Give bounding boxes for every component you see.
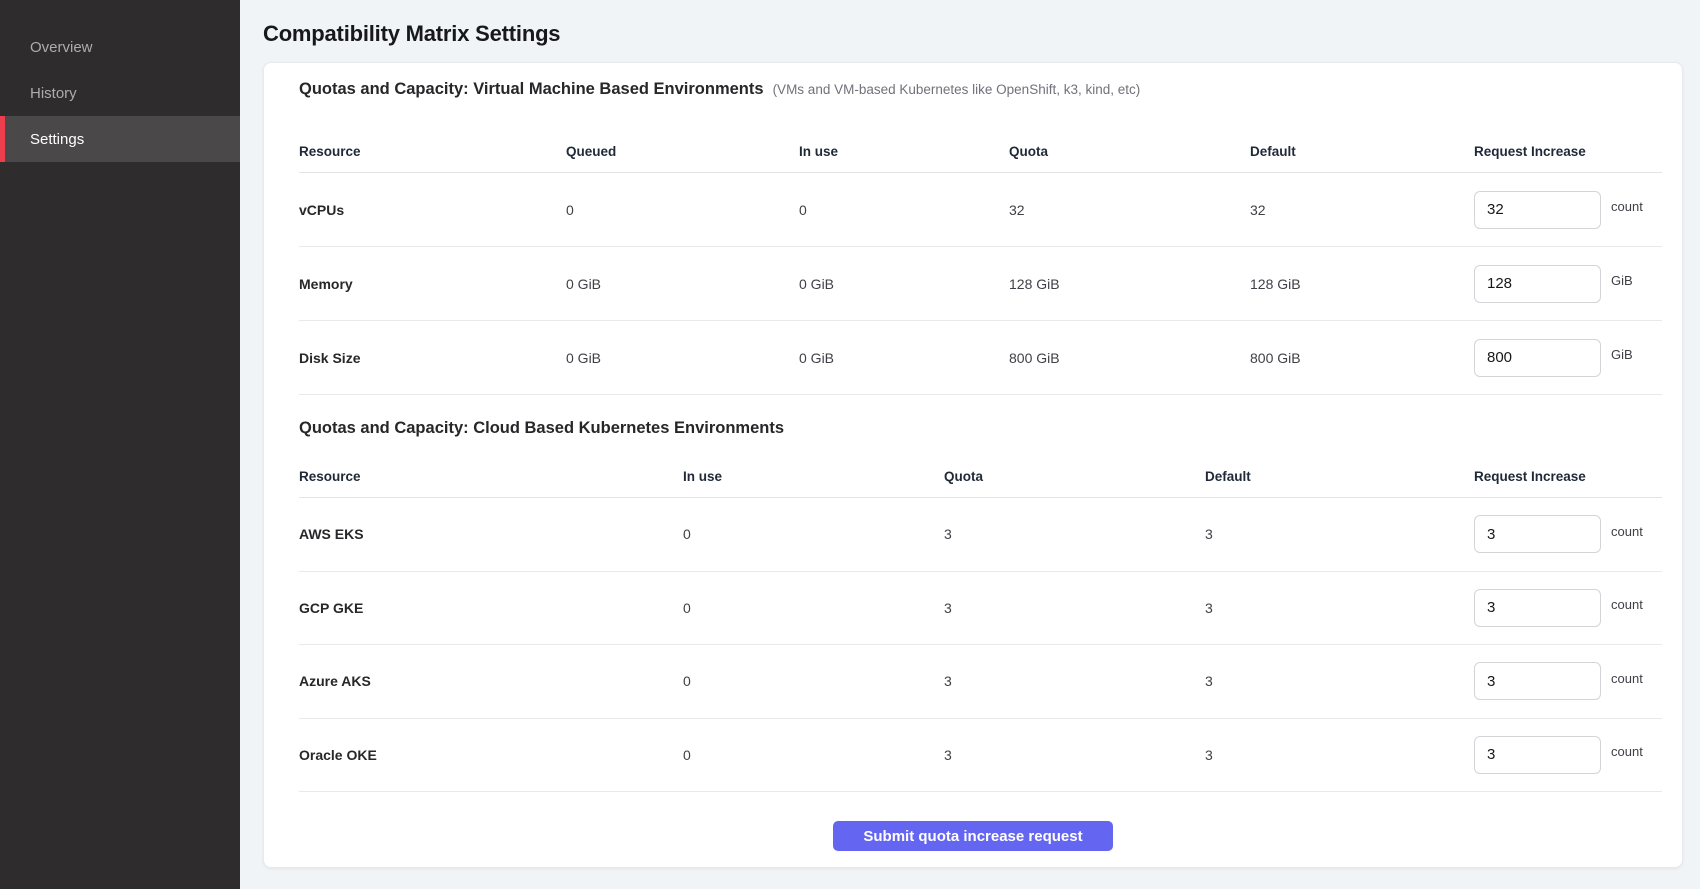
unit-label: count: [1611, 597, 1643, 612]
request-increase-input[interactable]: [1474, 662, 1601, 700]
vm-section-title: Quotas and Capacity: Virtual Machine Bas…: [299, 80, 764, 99]
cell-queued: 0: [566, 202, 799, 218]
cell-quota: 3: [944, 600, 1205, 616]
column-header-quota: Quota: [944, 469, 1205, 484]
cell-quota: 800 GiB: [1009, 350, 1250, 366]
unit-label: count: [1611, 744, 1643, 759]
vm-quota-table: ResourceQueuedIn useQuotaDefaultRequest …: [284, 106, 1662, 395]
table-row: Disk Size0 GiB0 GiB800 GiB800 GiBGiB: [299, 321, 1662, 395]
column-header-in-use: In use: [799, 144, 1009, 159]
cell-default: 3: [1205, 526, 1474, 542]
cell-in-use: 0: [799, 202, 1009, 218]
cell-quota: 3: [944, 747, 1205, 763]
vm-section-header: Quotas and Capacity: Virtual Machine Bas…: [284, 63, 1662, 106]
vm-section-subtitle: (VMs and VM-based Kubernetes like OpenSh…: [773, 82, 1141, 97]
sidebar: Overview History Settings: [0, 0, 240, 889]
cell-default: 800 GiB: [1250, 350, 1474, 366]
row-resource-label: vCPUs: [299, 202, 566, 218]
request-increase-cell: count: [1474, 736, 1664, 774]
request-increase-cell: GiB: [1474, 265, 1664, 303]
table-row: Memory0 GiB0 GiB128 GiB128 GiBGiB: [299, 247, 1662, 321]
request-increase-input[interactable]: [1474, 736, 1601, 774]
cell-quota: 128 GiB: [1009, 276, 1250, 292]
column-header-quota: Quota: [1009, 144, 1250, 159]
cell-quota: 32: [1009, 202, 1250, 218]
table-row: Azure AKS033count: [299, 645, 1662, 719]
unit-label: count: [1611, 671, 1643, 686]
cloud-quota-table: ResourceIn useQuotaDefaultRequest Increa…: [284, 445, 1662, 792]
app-root: Overview History Settings Compatibility …: [0, 0, 1700, 889]
cell-in-use: 0: [683, 526, 944, 542]
sidebar-item-label: Settings: [30, 131, 84, 148]
sidebar-item-history[interactable]: History: [0, 70, 240, 116]
request-increase-cell: count: [1474, 589, 1664, 627]
cloud-table-header-row: ResourceIn useQuotaDefaultRequest Increa…: [299, 445, 1662, 498]
cell-queued: 0 GiB: [566, 276, 799, 292]
cell-in-use: 0: [683, 600, 944, 616]
cell-in-use: 0: [683, 747, 944, 763]
table-row: vCPUs003232count: [299, 173, 1662, 247]
table-row: GCP GKE033count: [299, 572, 1662, 646]
column-header-default: Default: [1205, 469, 1474, 484]
row-resource-label: AWS EKS: [299, 526, 683, 542]
table-row: Oracle OKE033count: [299, 719, 1662, 793]
column-header-queued: Queued: [566, 144, 799, 159]
request-increase-input[interactable]: [1474, 589, 1601, 627]
sidebar-item-overview[interactable]: Overview: [0, 24, 240, 70]
cell-in-use: 0: [683, 673, 944, 689]
request-increase-cell: count: [1474, 515, 1664, 553]
cell-default: 128 GiB: [1250, 276, 1474, 292]
cloud-section-header: Quotas and Capacity: Cloud Based Kuberne…: [284, 395, 1662, 445]
cell-in-use: 0 GiB: [799, 276, 1009, 292]
request-increase-cell: GiB: [1474, 339, 1664, 377]
cell-quota: 3: [944, 526, 1205, 542]
unit-label: count: [1611, 524, 1643, 539]
settings-card: Quotas and Capacity: Virtual Machine Bas…: [263, 62, 1683, 868]
cell-default: 3: [1205, 747, 1474, 763]
table-row: AWS EKS033count: [299, 498, 1662, 572]
main-content: Compatibility Matrix Settings Quotas and…: [240, 0, 1700, 889]
unit-label: GiB: [1611, 273, 1633, 288]
page-title: Compatibility Matrix Settings: [263, 20, 1700, 48]
request-increase-input[interactable]: [1474, 515, 1601, 553]
sidebar-item-settings[interactable]: Settings: [0, 116, 240, 162]
request-increase-input[interactable]: [1474, 265, 1601, 303]
cell-queued: 0 GiB: [566, 350, 799, 366]
footer-actions: Submit quota increase request: [284, 792, 1662, 851]
request-increase-input[interactable]: [1474, 339, 1601, 377]
column-header-in-use: In use: [683, 469, 944, 484]
column-header-default: Default: [1250, 144, 1474, 159]
cell-default: 32: [1250, 202, 1474, 218]
column-header-request-increase: Request Increase: [1474, 469, 1664, 484]
column-header-resource: Resource: [299, 469, 683, 484]
unit-label: GiB: [1611, 347, 1633, 362]
submit-quota-increase-button[interactable]: Submit quota increase request: [833, 821, 1113, 851]
row-resource-label: Azure AKS: [299, 673, 683, 689]
row-resource-label: Memory: [299, 276, 566, 292]
row-resource-label: GCP GKE: [299, 600, 683, 616]
sidebar-item-label: Overview: [30, 39, 93, 56]
row-resource-label: Disk Size: [299, 350, 566, 366]
column-header-resource: Resource: [299, 144, 566, 159]
cell-in-use: 0 GiB: [799, 350, 1009, 366]
cloud-section-title: Quotas and Capacity: Cloud Based Kuberne…: [299, 419, 784, 438]
request-increase-cell: count: [1474, 662, 1664, 700]
cell-default: 3: [1205, 673, 1474, 689]
cell-default: 3: [1205, 600, 1474, 616]
request-increase-cell: count: [1474, 191, 1664, 229]
column-header-request-increase: Request Increase: [1474, 144, 1664, 159]
cell-quota: 3: [944, 673, 1205, 689]
request-increase-input[interactable]: [1474, 191, 1601, 229]
unit-label: count: [1611, 199, 1643, 214]
row-resource-label: Oracle OKE: [299, 747, 683, 763]
vm-table-header-row: ResourceQueuedIn useQuotaDefaultRequest …: [299, 106, 1662, 173]
sidebar-item-label: History: [30, 85, 77, 102]
